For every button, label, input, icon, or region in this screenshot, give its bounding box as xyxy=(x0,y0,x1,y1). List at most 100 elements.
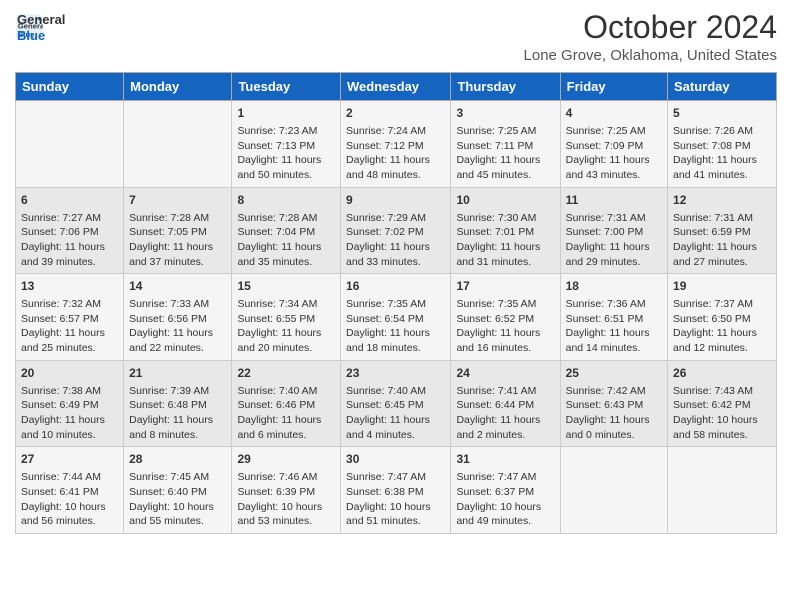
sunrise-text: Sunrise: 7:24 AM xyxy=(346,125,426,137)
calendar-week-row: 27Sunrise: 7:44 AMSunset: 6:41 PMDayligh… xyxy=(16,447,777,534)
day-number: 30 xyxy=(346,451,445,468)
sunset-text: Sunset: 7:04 PM xyxy=(237,226,315,238)
sunset-text: Sunset: 7:08 PM xyxy=(673,140,751,152)
sunrise-text: Sunrise: 7:45 AM xyxy=(129,471,209,483)
calendar-cell: 21Sunrise: 7:39 AMSunset: 6:48 PMDayligh… xyxy=(124,360,232,447)
sunrise-text: Sunrise: 7:32 AM xyxy=(21,298,101,310)
sunrise-text: Sunrise: 7:28 AM xyxy=(129,212,209,224)
sunset-text: Sunset: 7:05 PM xyxy=(129,226,207,238)
calendar-cell: 5Sunrise: 7:26 AMSunset: 7:08 PMDaylight… xyxy=(668,101,777,188)
calendar-cell: 7Sunrise: 7:28 AMSunset: 7:05 PMDaylight… xyxy=(124,187,232,274)
logo-general: General xyxy=(17,12,65,28)
logo: General Blue General Blue xyxy=(15,10,65,43)
daylight-text: Daylight: 11 hours and 18 minutes. xyxy=(346,327,430,354)
sunset-text: Sunset: 6:59 PM xyxy=(673,226,751,238)
day-number: 17 xyxy=(456,278,554,295)
calendar-cell: 27Sunrise: 7:44 AMSunset: 6:41 PMDayligh… xyxy=(16,447,124,534)
day-number: 16 xyxy=(346,278,445,295)
daylight-text: Daylight: 11 hours and 41 minutes. xyxy=(673,154,757,181)
sunrise-text: Sunrise: 7:29 AM xyxy=(346,212,426,224)
calendar-cell: 13Sunrise: 7:32 AMSunset: 6:57 PMDayligh… xyxy=(16,274,124,361)
calendar-cell: 25Sunrise: 7:42 AMSunset: 6:43 PMDayligh… xyxy=(560,360,667,447)
daylight-text: Daylight: 11 hours and 6 minutes. xyxy=(237,414,321,441)
day-number: 14 xyxy=(129,278,226,295)
day-number: 1 xyxy=(237,105,335,122)
calendar-cell xyxy=(560,447,667,534)
page-container: General Blue General Blue October 2024 L… xyxy=(15,10,777,534)
sunset-text: Sunset: 6:50 PM xyxy=(673,313,751,325)
sunrise-text: Sunrise: 7:27 AM xyxy=(21,212,101,224)
day-number: 2 xyxy=(346,105,445,122)
sunrise-text: Sunrise: 7:38 AM xyxy=(21,385,101,397)
calendar-cell: 8Sunrise: 7:28 AMSunset: 7:04 PMDaylight… xyxy=(232,187,341,274)
sunrise-text: Sunrise: 7:37 AM xyxy=(673,298,753,310)
sunrise-text: Sunrise: 7:47 AM xyxy=(346,471,426,483)
calendar-cell: 3Sunrise: 7:25 AMSunset: 7:11 PMDaylight… xyxy=(451,101,560,188)
sunset-text: Sunset: 7:00 PM xyxy=(566,226,644,238)
header: General Blue General Blue October 2024 L… xyxy=(15,10,777,64)
sunset-text: Sunset: 6:40 PM xyxy=(129,486,207,498)
day-header-friday: Friday xyxy=(560,73,667,101)
day-number: 28 xyxy=(129,451,226,468)
day-number: 23 xyxy=(346,365,445,382)
day-header-saturday: Saturday xyxy=(668,73,777,101)
daylight-text: Daylight: 11 hours and 0 minutes. xyxy=(566,414,650,441)
sunset-text: Sunset: 6:51 PM xyxy=(566,313,644,325)
daylight-text: Daylight: 11 hours and 43 minutes. xyxy=(566,154,650,181)
calendar-cell xyxy=(124,101,232,188)
daylight-text: Daylight: 11 hours and 50 minutes. xyxy=(237,154,321,181)
logo-blue: Blue xyxy=(17,28,65,44)
daylight-text: Daylight: 10 hours and 53 minutes. xyxy=(237,501,322,528)
sunrise-text: Sunrise: 7:35 AM xyxy=(456,298,536,310)
sunset-text: Sunset: 6:56 PM xyxy=(129,313,207,325)
sunset-text: Sunset: 6:41 PM xyxy=(21,486,99,498)
sunrise-text: Sunrise: 7:25 AM xyxy=(456,125,536,137)
sunset-text: Sunset: 6:44 PM xyxy=(456,399,534,411)
day-number: 3 xyxy=(456,105,554,122)
daylight-text: Daylight: 11 hours and 45 minutes. xyxy=(456,154,540,181)
day-number: 15 xyxy=(237,278,335,295)
day-number: 6 xyxy=(21,192,118,209)
daylight-text: Daylight: 11 hours and 37 minutes. xyxy=(129,241,213,268)
calendar-cell: 26Sunrise: 7:43 AMSunset: 6:42 PMDayligh… xyxy=(668,360,777,447)
sunrise-text: Sunrise: 7:47 AM xyxy=(456,471,536,483)
day-number: 20 xyxy=(21,365,118,382)
calendar-cell: 29Sunrise: 7:46 AMSunset: 6:39 PMDayligh… xyxy=(232,447,341,534)
calendar-week-row: 6Sunrise: 7:27 AMSunset: 7:06 PMDaylight… xyxy=(16,187,777,274)
sunset-text: Sunset: 6:52 PM xyxy=(456,313,534,325)
daylight-text: Daylight: 11 hours and 29 minutes. xyxy=(566,241,650,268)
calendar-cell: 30Sunrise: 7:47 AMSunset: 6:38 PMDayligh… xyxy=(341,447,451,534)
sunrise-text: Sunrise: 7:40 AM xyxy=(346,385,426,397)
daylight-text: Daylight: 11 hours and 31 minutes. xyxy=(456,241,540,268)
day-number: 11 xyxy=(566,192,662,209)
sunset-text: Sunset: 7:12 PM xyxy=(346,140,424,152)
calendar-cell: 22Sunrise: 7:40 AMSunset: 6:46 PMDayligh… xyxy=(232,360,341,447)
calendar-cell: 2Sunrise: 7:24 AMSunset: 7:12 PMDaylight… xyxy=(341,101,451,188)
calendar-cell: 10Sunrise: 7:30 AMSunset: 7:01 PMDayligh… xyxy=(451,187,560,274)
daylight-text: Daylight: 11 hours and 39 minutes. xyxy=(21,241,105,268)
calendar-cell xyxy=(668,447,777,534)
sunset-text: Sunset: 6:39 PM xyxy=(237,486,315,498)
calendar-cell xyxy=(16,101,124,188)
calendar-cell: 24Sunrise: 7:41 AMSunset: 6:44 PMDayligh… xyxy=(451,360,560,447)
daylight-text: Daylight: 10 hours and 55 minutes. xyxy=(129,501,214,528)
day-number: 13 xyxy=(21,278,118,295)
daylight-text: Daylight: 11 hours and 16 minutes. xyxy=(456,327,540,354)
sunset-text: Sunset: 6:49 PM xyxy=(21,399,99,411)
sunrise-text: Sunrise: 7:33 AM xyxy=(129,298,209,310)
calendar-cell: 31Sunrise: 7:47 AMSunset: 6:37 PMDayligh… xyxy=(451,447,560,534)
calendar-cell: 18Sunrise: 7:36 AMSunset: 6:51 PMDayligh… xyxy=(560,274,667,361)
sunset-text: Sunset: 6:45 PM xyxy=(346,399,424,411)
calendar-cell: 4Sunrise: 7:25 AMSunset: 7:09 PMDaylight… xyxy=(560,101,667,188)
sunrise-text: Sunrise: 7:40 AM xyxy=(237,385,317,397)
sunrise-text: Sunrise: 7:26 AM xyxy=(673,125,753,137)
daylight-text: Daylight: 11 hours and 4 minutes. xyxy=(346,414,430,441)
calendar-cell: 1Sunrise: 7:23 AMSunset: 7:13 PMDaylight… xyxy=(232,101,341,188)
sunrise-text: Sunrise: 7:34 AM xyxy=(237,298,317,310)
calendar-cell: 6Sunrise: 7:27 AMSunset: 7:06 PMDaylight… xyxy=(16,187,124,274)
day-number: 10 xyxy=(456,192,554,209)
daylight-text: Daylight: 11 hours and 12 minutes. xyxy=(673,327,757,354)
day-number: 8 xyxy=(237,192,335,209)
calendar-cell: 11Sunrise: 7:31 AMSunset: 7:00 PMDayligh… xyxy=(560,187,667,274)
calendar-cell: 20Sunrise: 7:38 AMSunset: 6:49 PMDayligh… xyxy=(16,360,124,447)
